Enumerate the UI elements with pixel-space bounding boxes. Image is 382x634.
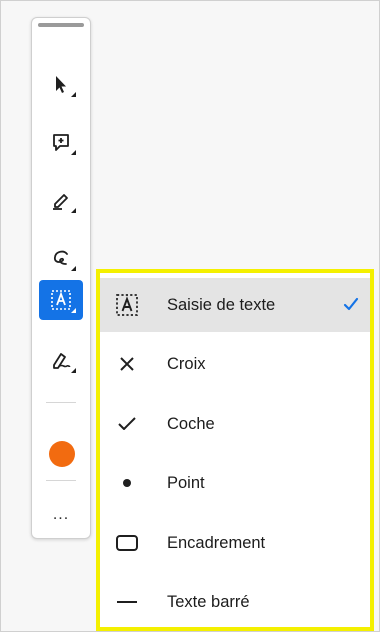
more-options-button[interactable]: ... bbox=[32, 506, 90, 524]
draw-tool-button[interactable] bbox=[39, 238, 83, 278]
text-tool-menu: Saisie de texte Croix Coche Point Encadr… bbox=[100, 273, 370, 627]
menu-item-saisie-de-texte[interactable]: Saisie de texte bbox=[100, 278, 370, 332]
highlight-tool-button[interactable] bbox=[39, 180, 83, 220]
menu-item-coche[interactable]: Coche bbox=[100, 397, 370, 451]
toolbar-divider bbox=[46, 480, 76, 481]
checkmark-icon bbox=[110, 407, 144, 441]
submenu-indicator bbox=[71, 368, 76, 373]
text-field-tool-button[interactable] bbox=[39, 280, 83, 320]
signature-tool-button[interactable] bbox=[39, 340, 83, 380]
annotation-toolbar: ... bbox=[31, 17, 91, 539]
menu-item-label: Texte barré bbox=[167, 592, 250, 611]
menu-item-label: Croix bbox=[167, 354, 206, 373]
text-field-icon bbox=[110, 288, 144, 322]
cross-icon bbox=[110, 347, 144, 381]
menu-item-encadrement[interactable]: Encadrement bbox=[100, 516, 370, 570]
toolbar-drag-handle[interactable] bbox=[38, 23, 84, 27]
text-field-icon bbox=[49, 288, 73, 312]
color-swatch[interactable] bbox=[49, 441, 75, 467]
menu-item-label: Point bbox=[167, 473, 205, 492]
submenu-indicator bbox=[71, 266, 76, 271]
menu-item-croix[interactable]: Croix bbox=[100, 337, 370, 391]
submenu-indicator bbox=[71, 92, 76, 97]
strikethrough-line-icon bbox=[110, 585, 144, 619]
submenu-indicator bbox=[71, 308, 76, 313]
submenu-indicator bbox=[71, 150, 76, 155]
toolbar-divider bbox=[46, 402, 76, 403]
dot-icon bbox=[110, 466, 144, 500]
menu-item-label: Saisie de texte bbox=[167, 295, 276, 314]
select-tool-button[interactable] bbox=[39, 64, 83, 104]
freehand-draw-icon bbox=[50, 247, 72, 269]
checkmark-icon bbox=[342, 295, 360, 318]
submenu-indicator bbox=[71, 208, 76, 213]
menu-item-label: Encadrement bbox=[167, 533, 266, 552]
highlighter-icon bbox=[50, 189, 72, 211]
arrow-cursor-icon bbox=[50, 73, 72, 95]
menu-item-texte-barre[interactable]: Texte barré bbox=[100, 575, 370, 629]
menu-item-point[interactable]: Point bbox=[100, 456, 370, 510]
app-frame: ... Saisie de texte Croix Coche Point En… bbox=[0, 0, 380, 632]
rounded-rectangle-icon bbox=[110, 526, 144, 560]
add-comment-icon bbox=[50, 131, 72, 153]
sign-pen-icon bbox=[49, 349, 73, 371]
comment-tool-button[interactable] bbox=[39, 122, 83, 162]
menu-item-label: Coche bbox=[167, 414, 215, 433]
